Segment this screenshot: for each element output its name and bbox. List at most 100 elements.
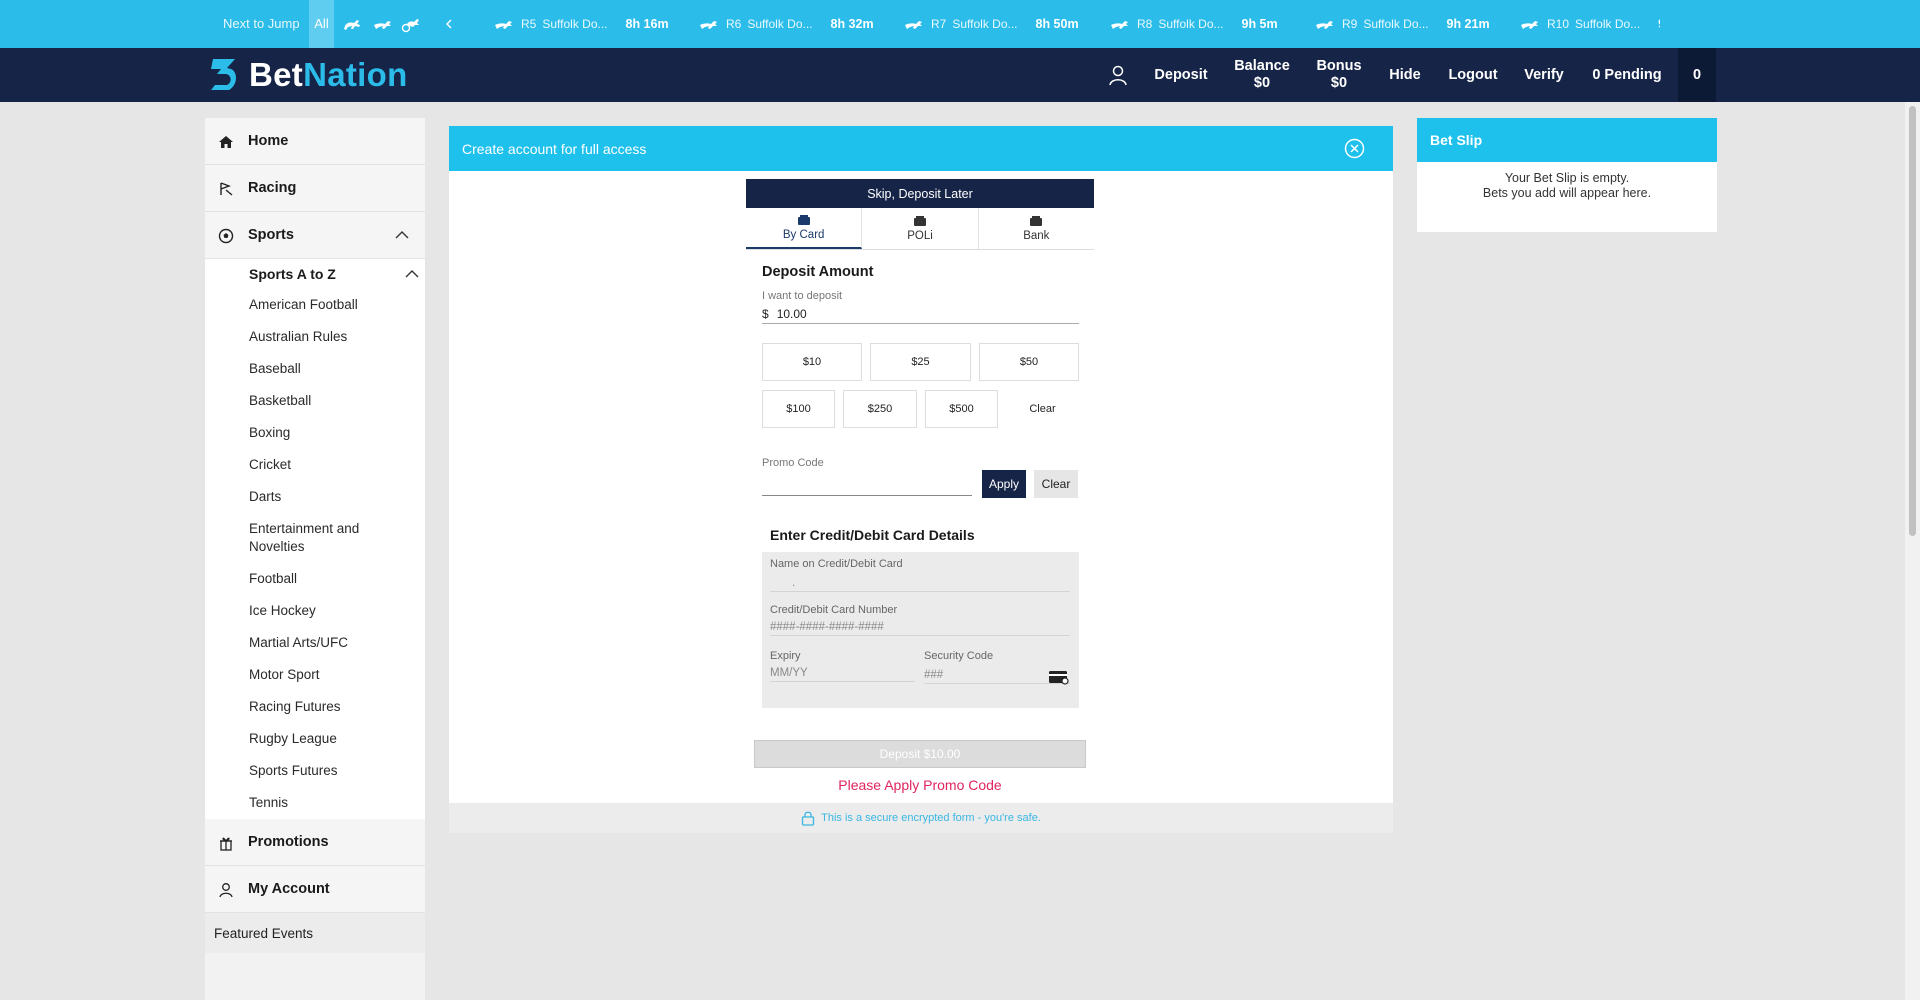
amount-10-button[interactable]: $10 <box>762 343 862 381</box>
amount-50-button[interactable]: $50 <box>979 343 1079 381</box>
skip-deposit-button[interactable]: Skip, Deposit Later <box>746 179 1094 208</box>
expiry-input[interactable]: MM/YY <box>770 664 915 682</box>
sports-a-to-z-toggle[interactable]: Sports A to Z <box>205 259 425 289</box>
sidebar-item-promotions[interactable]: Promotions <box>205 819 425 866</box>
race-venue: Suffolk Do... <box>747 17 813 31</box>
gift-icon <box>220 837 232 851</box>
sport-link[interactable]: Darts <box>205 481 425 513</box>
soccer-ball-icon <box>218 228 234 244</box>
deposit-amount-input[interactable]: $ 10.00 <box>762 304 1079 324</box>
race-label: R5 <box>521 17 537 31</box>
balance-label: Balance <box>1234 58 1290 74</box>
sport-link[interactable]: Tennis <box>205 787 425 819</box>
race-label: R9 <box>1342 17 1358 31</box>
expiry-label: Expiry <box>770 650 801 662</box>
lock-icon <box>801 811 815 826</box>
amount-clear-button[interactable]: Clear <box>1006 390 1079 428</box>
sport-link[interactable]: Martial Arts/UFC <box>205 627 425 659</box>
sidebar-item-label: Home <box>248 133 289 149</box>
sport-link[interactable]: Ice Hockey <box>205 595 425 627</box>
promo-code-input[interactable] <box>762 468 972 496</box>
amount-100-button[interactable]: $100 <box>762 390 835 428</box>
amount-250-button[interactable]: $250 <box>843 390 917 428</box>
deposit-link[interactable]: Deposit <box>1146 48 1216 102</box>
sidebar-item-racing[interactable]: Racing <box>205 165 425 212</box>
race-label: R6 <box>726 17 742 31</box>
close-icon[interactable] <box>1344 138 1365 159</box>
horse-icon[interactable] <box>342 14 364 34</box>
sport-link[interactable]: Baseball <box>205 353 425 385</box>
featured-events-heading: Featured Events <box>205 913 425 953</box>
tab-by-card[interactable]: By Card <box>746 208 863 249</box>
banner-text: Create account for full access <box>462 140 647 157</box>
verify-link[interactable]: Verify <box>1516 48 1572 102</box>
currency-symbol: $ <box>762 306 769 321</box>
user-icon <box>219 883 233 898</box>
amount-500-button[interactable]: $500 <box>925 390 998 428</box>
race-ticker-item[interactable]: R9 Suffolk Do... 9h 21m <box>1315 0 1490 48</box>
pending-bets-link[interactable]: 0 Pending <box>1584 48 1670 102</box>
race-ticker-item[interactable]: R6 Suffolk Do... 8h 32m <box>699 0 874 48</box>
sport-link[interactable]: Cricket <box>205 449 425 481</box>
sport-link[interactable]: Australian Rules <box>205 321 425 353</box>
race-countdown: 8h 32m <box>830 17 874 31</box>
sport-link[interactable]: Basketball <box>205 385 425 417</box>
sport-link[interactable]: Sports Futures <box>205 755 425 787</box>
create-account-banner: Create account for full access <box>449 126 1393 171</box>
sport-link[interactable]: Entertainment and Novelties <box>205 513 425 563</box>
chevron-up-icon[interactable] <box>395 230 409 240</box>
sidebar-item-home[interactable]: Home <box>205 118 425 165</box>
race-ticker-item[interactable]: R5 Suffolk Do... 8h 16m <box>494 0 669 48</box>
race-ticker-item[interactable]: R7 Suffolk Do... 8h 50m <box>904 0 1079 48</box>
sidebar-item-my-account[interactable]: My Account <box>205 866 425 913</box>
deposit-amount-title: Deposit Amount <box>762 264 874 280</box>
card-number-input[interactable]: ####-####-####-#### <box>770 618 1070 636</box>
secure-form-notice: This is a secure encrypted form - you're… <box>449 803 1393 833</box>
bet-slip-empty-line-2: Bets you add will appear here. <box>1482 186 1652 200</box>
betnation-logo[interactable]: BetNation <box>205 55 408 95</box>
filter-all-tab[interactable]: All <box>309 0 334 48</box>
sidebar-item-sports[interactable]: Sports <box>205 212 425 259</box>
deposit-submit-button[interactable]: Deposit $10.00 <box>754 740 1086 768</box>
logo-text-bet: Bet <box>249 56 304 93</box>
deposit-amount-label: I want to deposit <box>762 290 843 302</box>
payment-method-tabs: By Card POLi Bank <box>746 208 1094 250</box>
greyhound-icon[interactable] <box>372 14 394 34</box>
race-label: R8 <box>1137 17 1153 31</box>
sport-link[interactable]: Boxing <box>205 417 425 449</box>
race-label: R10 <box>1547 17 1570 31</box>
race-ticker-item[interactable]: R8 Suffolk Do... 9h 5m <box>1110 0 1278 48</box>
card-number-label: Credit/Debit Card Number <box>770 604 898 616</box>
race-countdown: 9h 5m <box>1241 17 1278 31</box>
harness-icon[interactable] <box>401 14 423 34</box>
scrollbar-thumb[interactable] <box>1909 106 1916 536</box>
sport-link[interactable]: Motor Sport <box>205 659 425 691</box>
apply-promo-button[interactable]: Apply <box>982 470 1026 498</box>
sport-link[interactable]: American Football <box>205 289 425 321</box>
sport-link[interactable]: Rugby League <box>205 723 425 755</box>
card-details-title: Enter Credit/Debit Card Details <box>770 527 975 543</box>
greyhound-icon <box>495 21 512 29</box>
card-name-input[interactable]: . <box>770 574 1070 592</box>
tab-label: POLi <box>907 230 933 242</box>
hide-link[interactable]: Hide <box>1380 48 1430 102</box>
tab-bank[interactable]: Bank <box>979 208 1094 249</box>
chevron-left-icon[interactable] <box>442 14 456 34</box>
user-icon[interactable] <box>1108 64 1128 86</box>
greyhound-icon <box>905 21 922 29</box>
balance-display[interactable]: Balance $0 <box>1226 48 1298 102</box>
race-countdown: 8h 50m <box>1035 17 1079 31</box>
clear-promo-button[interactable]: Clear <box>1034 470 1078 498</box>
tab-poli[interactable]: POLi <box>862 208 979 249</box>
bet-count-badge[interactable]: 0 <box>1678 48 1716 102</box>
amount-25-button[interactable]: $25 <box>870 343 971 381</box>
greyhound-icon <box>1316 21 1333 29</box>
page-scrollbar[interactable] <box>1905 102 1920 1000</box>
sport-link[interactable]: Racing Futures <box>205 691 425 723</box>
bonus-value: $0 <box>1330 75 1348 91</box>
sport-link[interactable]: Football <box>205 563 425 595</box>
race-venue: Suffolk Do... <box>542 17 608 31</box>
logout-link[interactable]: Logout <box>1440 48 1506 102</box>
sports-a-to-z-label: Sports A to Z <box>249 266 336 282</box>
bonus-display[interactable]: Bonus $0 <box>1308 48 1370 102</box>
